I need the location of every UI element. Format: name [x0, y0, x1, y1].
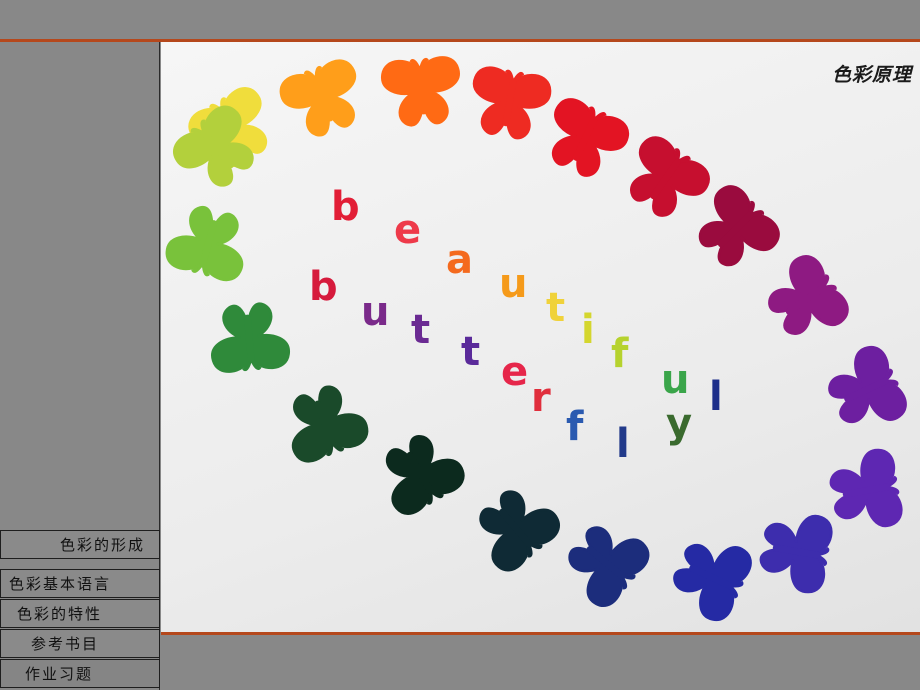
word-letter: l — [616, 421, 630, 467]
menu-color-basic-language[interactable]: 色彩基本语言 — [0, 569, 160, 598]
butterfly-photo: 色彩原理 beautifulbutterfly — [161, 42, 920, 632]
butterfly-cutout — [203, 293, 295, 378]
word-letter: y — [666, 401, 693, 447]
word-letter: b — [331, 184, 360, 230]
word-letter: f — [611, 331, 629, 377]
word-letter: f — [566, 404, 584, 450]
word-letter: r — [531, 375, 551, 421]
word-letter: t — [411, 307, 431, 353]
top-bar — [0, 0, 920, 39]
word-letter: e — [501, 349, 529, 395]
bottom-divider — [161, 632, 920, 635]
butterfly-cutout — [270, 370, 377, 473]
word-letter: t — [461, 329, 481, 375]
word-letter: a — [446, 237, 473, 283]
butterfly-cutout — [748, 502, 840, 600]
word-letter: u — [499, 261, 528, 307]
word-letter: u — [361, 289, 390, 335]
menu-reference-books[interactable]: 参考书目 — [0, 629, 160, 658]
butterfly-cutout — [655, 521, 762, 632]
word-letter: t — [546, 285, 566, 331]
menu-color-formation[interactable]: 色彩的形成 — [0, 530, 160, 559]
word-letter: u — [661, 357, 690, 403]
butterfly-cutout — [810, 336, 917, 447]
word-letter: i — [581, 307, 595, 353]
word-letter: b — [309, 264, 338, 310]
menu-assignments[interactable]: 作业习题 — [0, 659, 160, 688]
page-title: 色彩原理 — [831, 64, 912, 86]
butterfly-cutout — [376, 50, 468, 135]
word-letter: l — [709, 374, 723, 420]
butterfly-cutout — [362, 416, 475, 527]
word-letter: e — [394, 207, 422, 253]
menu-color-properties[interactable]: 色彩的特性 — [0, 599, 160, 628]
